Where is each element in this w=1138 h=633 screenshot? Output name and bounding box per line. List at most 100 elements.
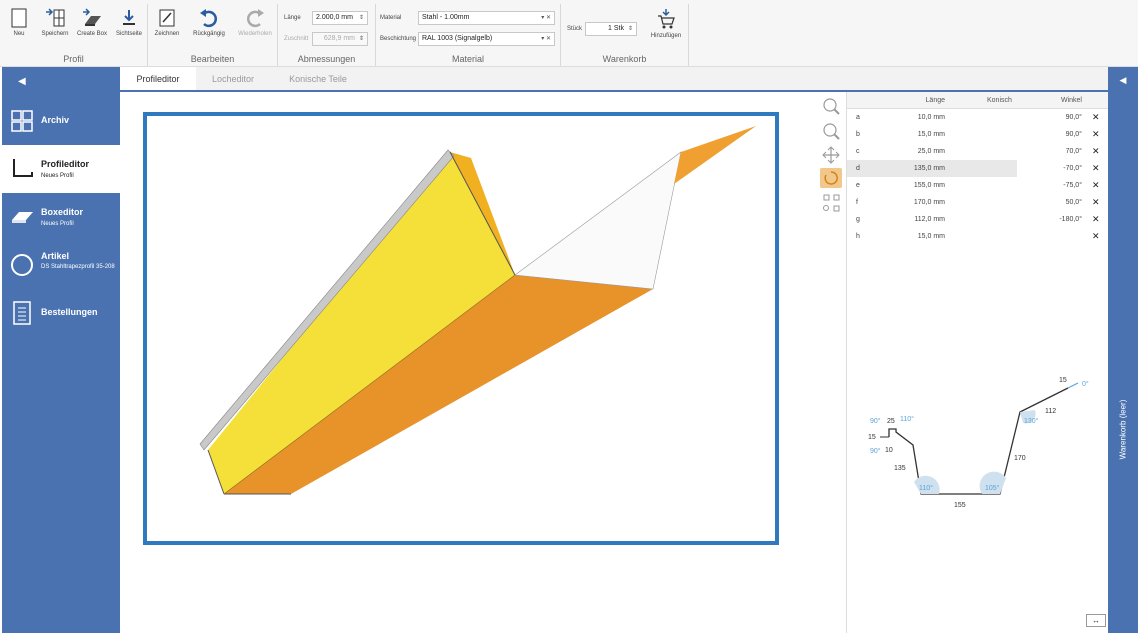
row-laenge[interactable]: 15,0 mm <box>912 233 945 240</box>
profile-3d-model <box>199 126 756 495</box>
row-winkel[interactable]: 90,0° <box>1037 131 1082 138</box>
row-winkel[interactable]: -180,0° <box>1037 216 1082 223</box>
cart-add-icon <box>658 9 675 29</box>
tab-profileditor[interactable]: Profileditor <box>120 67 196 90</box>
row-laenge[interactable]: 135,0 mm <box>912 165 945 172</box>
chevron-left-icon: ◀ <box>18 76 26 87</box>
view-tools-icons <box>820 98 842 212</box>
table-row[interactable]: c 25,0 mm 70,0° ✕ <box>847 143 1109 160</box>
new-file-icon <box>11 8 27 28</box>
sidebar-collapse-button[interactable]: ◀ <box>2 67 120 97</box>
warenkorb-sidebar[interactable]: ◀ Warenkorb (leer) <box>1108 67 1138 633</box>
ribbon-toolbar: Neu Speichern Create Box Sichtseite Prof… <box>0 0 1138 67</box>
speichern-button[interactable]: Speichern <box>36 8 74 37</box>
laenge-label: Länge <box>284 15 301 21</box>
rueckgaengig-button[interactable]: Rückgängig <box>190 8 228 37</box>
expand-button[interactable]: ↔ <box>1086 614 1106 627</box>
draw-icon <box>159 9 175 27</box>
stueck-input[interactable]: 1 Stk ⇕ <box>585 22 637 36</box>
table-row[interactable]: a 10,0 mm 90,0° ✕ <box>847 109 1109 126</box>
row-id: b <box>856 131 860 138</box>
dim-label: 25 <box>887 418 895 425</box>
delete-row-icon[interactable]: ✕ <box>1092 214 1100 225</box>
spinner-icon[interactable]: ⇕ <box>628 23 633 35</box>
table-row[interactable]: e 155,0 mm -75,0° ✕ <box>847 177 1109 194</box>
row-winkel[interactable]: -70,0° <box>1037 165 1082 172</box>
zoom-fit-icon[interactable] <box>823 98 840 115</box>
table-row[interactable]: b 15,0 mm 90,0° ✕ <box>847 126 1109 143</box>
row-winkel[interactable]: -75,0° <box>1037 182 1082 189</box>
sidebar-item-subtitle: Neues Profil <box>41 221 74 227</box>
delete-row-icon[interactable]: ✕ <box>1092 163 1100 174</box>
save-grid-icon <box>46 8 65 27</box>
laenge-input[interactable]: 2.000,0 mm ⇕ <box>312 11 368 25</box>
wiederholen-label: Wiederholen <box>238 31 272 37</box>
row-winkel[interactable]: 90,0° <box>1037 114 1082 121</box>
tab-locheditor[interactable]: Locheditor <box>200 67 266 90</box>
undo-icon <box>200 9 218 28</box>
row-laenge[interactable]: 25,0 mm <box>912 148 945 155</box>
create-box-button[interactable]: Create Box <box>73 8 111 37</box>
header-laenge: Länge <box>925 97 945 104</box>
group-abmessungen-label: Abmessungen <box>297 54 356 64</box>
row-winkel[interactable]: 50,0° <box>1037 199 1082 206</box>
sidebar-item-artikel[interactable]: Artikel DS Stahltrapezprofil 35-208 <box>2 241 120 289</box>
table-row[interactable]: f 170,0 mm 50,0° ✕ <box>847 194 1109 211</box>
profile-3d-view[interactable] <box>143 112 779 545</box>
beschichtung-select[interactable]: RAL 1003 (Signalgelb) ▾ ✕ <box>418 32 555 46</box>
neu-button[interactable]: Neu <box>0 8 38 37</box>
document-icon <box>13 301 31 325</box>
group-profil-label: Profil <box>63 54 84 64</box>
delete-row-icon[interactable]: ✕ <box>1092 129 1100 140</box>
hinzufuegen-button[interactable]: Hinzufügen <box>647 8 685 39</box>
redo-icon <box>246 9 264 28</box>
dropdown-clear-icon[interactable]: ▾ ✕ <box>541 33 551 45</box>
sidebar-item-title: Boxeditor <box>41 207 84 217</box>
warenkorb-label: Warenkorb (leer) <box>1118 399 1128 460</box>
sidebar-item-bestellungen[interactable]: Bestellungen <box>2 289 120 337</box>
box-icon <box>12 212 33 223</box>
white-face <box>514 151 682 290</box>
sidebar-item-profileditor[interactable]: Profileditor Neues Profil <box>2 145 120 193</box>
small-view-icons[interactable] <box>823 194 840 212</box>
spinner-icon[interactable]: ⇕ <box>359 33 364 45</box>
sidebar-item-boxeditor[interactable]: Boxeditor Neues Profil <box>2 193 120 241</box>
dim-label: 170 <box>1014 455 1026 462</box>
delete-row-icon[interactable]: ✕ <box>1092 146 1100 157</box>
zuschnitt-input[interactable]: 628,9 mm ⇕ <box>312 32 368 46</box>
material-label: Material <box>380 15 402 21</box>
delete-row-icon[interactable]: ✕ <box>1092 180 1100 191</box>
material-select[interactable]: Stahl - 1.00mm ▾ ✕ <box>418 11 555 25</box>
zoom-icon[interactable] <box>823 123 840 140</box>
delete-row-icon[interactable]: ✕ <box>1092 197 1100 208</box>
table-row[interactable]: h 15,0 mm ✕ <box>847 228 1109 245</box>
row-id: f <box>856 199 858 206</box>
expand-arrows-icon: ↔ <box>1092 616 1100 625</box>
delete-row-icon[interactable]: ✕ <box>1092 231 1100 242</box>
dropdown-clear-icon[interactable]: ▾ ✕ <box>541 12 551 24</box>
group-profil: Neu Speichern Create Box Sichtseite Prof… <box>0 4 148 66</box>
arrow-down-icon <box>123 10 135 25</box>
dim-label: 135 <box>894 465 906 472</box>
delete-row-icon[interactable]: ✕ <box>1092 112 1100 123</box>
rotate-tool-active[interactable] <box>820 168 842 188</box>
row-laenge[interactable]: 10,0 mm <box>912 114 945 121</box>
table-row[interactable]: g 112,0 mm -180,0° ✕ <box>847 211 1109 228</box>
row-laenge[interactable]: 155,0 mm <box>912 182 945 189</box>
sichtseite-label: Sichtseite <box>115 31 142 37</box>
pan-icon[interactable] <box>822 146 840 164</box>
tab-konische-teile[interactable]: Konische Teile <box>274 67 362 90</box>
spinner-icon[interactable]: ⇕ <box>359 12 364 24</box>
row-winkel[interactable]: 70,0° <box>1037 148 1082 155</box>
wiederholen-button[interactable]: Wiederholen <box>236 8 274 37</box>
row-laenge[interactable]: 170,0 mm <box>912 199 945 206</box>
sidebar-item-archiv[interactable]: Archiv <box>2 97 120 145</box>
row-laenge[interactable]: 112,0 mm <box>912 216 945 223</box>
row-laenge[interactable]: 15,0 mm <box>912 131 945 138</box>
chevron-left-icon[interactable]: ◀ <box>1108 75 1138 86</box>
table-row[interactable]: d 135,0 mm -70,0° ✕ <box>847 160 1109 177</box>
sichtseite-button[interactable]: Sichtseite <box>110 8 148 37</box>
laenge-value: 2.000,0 mm <box>316 14 353 21</box>
profile-icon <box>13 159 33 177</box>
zeichnen-button[interactable]: Zeichnen <box>148 8 186 37</box>
